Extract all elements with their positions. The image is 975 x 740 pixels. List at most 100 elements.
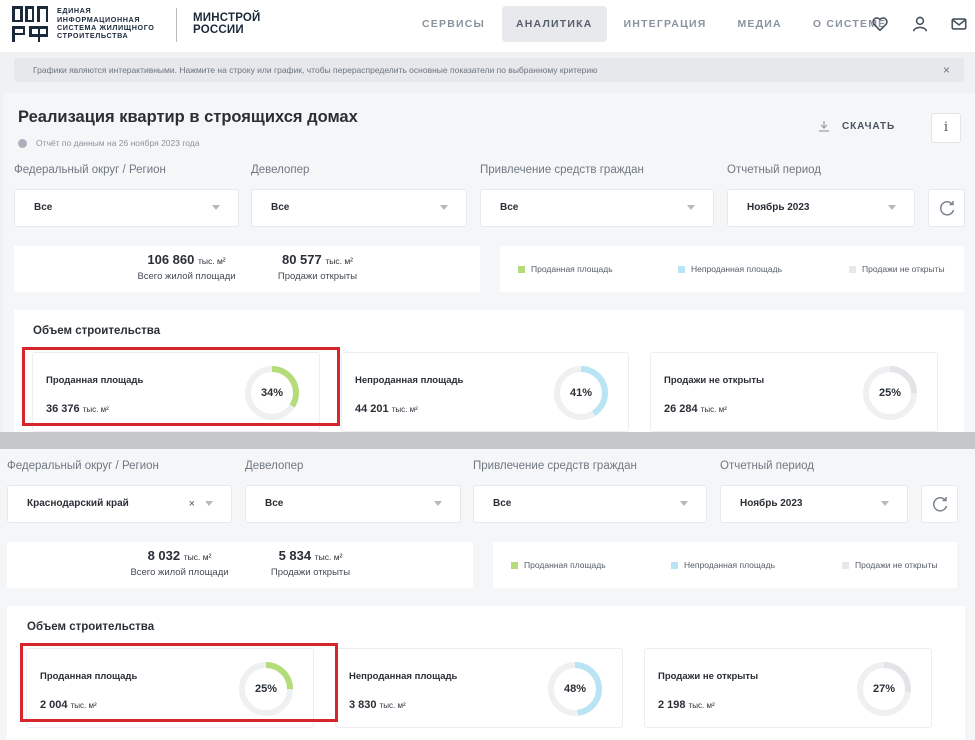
total-area: 106 860 тыс. м² Всего жилой площади — [114, 252, 259, 282]
main-nav: СЕРВИСЫ АНАЛИТИКА ИНТЕГРАЦИЯ МЕДИА О СИС… — [408, 6, 903, 42]
heart-icon[interactable] — [871, 15, 889, 33]
developer-select[interactable]: Все — [251, 189, 467, 227]
chevron-down-icon — [687, 205, 695, 210]
period-select[interactable]: Ноябрь 2023 — [727, 189, 915, 227]
chevron-down-icon — [888, 205, 896, 210]
reset-filters-button[interactable] — [928, 189, 965, 227]
legend-panel: Проданная площадь Непроданная площадь Пр… — [493, 542, 957, 588]
region-filter-label: Федеральный округ / Регион — [7, 460, 159, 472]
funds-filter-label: Привлечение средств граждан — [480, 164, 644, 176]
legend-unsold-label: Непроданная площадь — [691, 264, 782, 274]
legend-sold-swatch — [511, 561, 518, 569]
clear-selection-icon[interactable]: × — [189, 486, 195, 522]
logo-text: ЕДИНАЯ ИНФОРМАЦИОННАЯ СИСТЕМА ЖИЛИЩНОГО … — [57, 6, 155, 41]
volume-title: Объем строительства — [27, 621, 155, 633]
nav-services[interactable]: СЕРВИСЫ — [408, 6, 499, 42]
metric-unsold-unit: тыс. м² — [391, 405, 418, 414]
domrf-logo-mark — [12, 6, 48, 42]
mail-icon[interactable] — [950, 15, 968, 33]
legend-sold-label: Проданная площадь — [531, 264, 613, 274]
ministry-logo[interactable]: МИНСТРОЙ РОССИИ — [193, 12, 273, 36]
period-select[interactable]: Ноябрь 2023 — [720, 485, 908, 523]
chevron-down-icon — [881, 501, 889, 506]
highlight-box-lower — [20, 643, 338, 722]
donut-unsold-percent: 48% — [563, 683, 587, 695]
info-button[interactable]: i — [931, 113, 961, 143]
legend-unsold-label: Непроданная площадь — [684, 560, 775, 570]
legend-not-open[interactable]: Продажи не открыты — [842, 560, 938, 570]
region-select[interactable]: Краснодарский край × — [7, 485, 232, 523]
metric-unsold-unit: тыс. м² — [379, 701, 406, 710]
page-title: Реализация квартир в строящихся домах — [18, 108, 358, 126]
legend-unsold[interactable]: Непроданная площадь — [671, 560, 775, 570]
logo-divider — [176, 8, 177, 42]
total-area-value: 8 032 — [147, 548, 181, 563]
download-label: СКАЧАТЬ — [842, 120, 896, 132]
totals-panel[interactable]: 8 032 тыс. м² Всего жилой площади 5 834 … — [7, 542, 473, 588]
funds-select[interactable]: Все — [473, 485, 707, 523]
metric-not-open-name: Продажи не открыты — [664, 375, 765, 386]
chevron-down-icon — [680, 501, 688, 506]
funds-select-value: Все — [500, 202, 519, 213]
volume-title: Объем строительства — [33, 325, 161, 337]
download-icon — [819, 121, 829, 132]
metric-not-open-value: 26 284 — [664, 403, 698, 415]
sales-open-caption: Продажи открыты — [270, 567, 351, 578]
legend-unsold[interactable]: Непроданная площадь — [678, 264, 782, 274]
developer-select[interactable]: Все — [245, 485, 461, 523]
nav-analytics[interactable]: АНАЛИТИКА — [501, 6, 607, 42]
donut-not-open-percent: 25% — [878, 387, 902, 399]
legend-not-open-label: Продажи не открыты — [855, 560, 938, 570]
refresh-icon — [932, 497, 948, 512]
metric-unsold-area[interactable]: Непроданная площадь 3 830 тыс. м² 48% — [335, 648, 623, 728]
total-area-value: 106 860 — [147, 252, 195, 267]
donut-not-open-percent: 27% — [872, 683, 896, 695]
legend-not-open[interactable]: Продажи не открыты — [849, 264, 945, 274]
region-select[interactable]: Все — [14, 189, 239, 227]
total-area-unit: тыс. м² — [183, 552, 212, 562]
info-banner-text: Графики являются интерактивными. Нажмите… — [33, 65, 598, 75]
metric-unsold-value: 3 830 — [349, 699, 377, 711]
totals-panel[interactable]: 106 860 тыс. м² Всего жилой площади 80 5… — [14, 246, 480, 292]
refresh-icon — [939, 201, 955, 216]
region-select-value: Краснодарский край — [27, 498, 129, 509]
metric-not-open[interactable]: Продажи не открыты 26 284 тыс. м² 25% — [650, 352, 938, 432]
download-button[interactable]: СКАЧАТЬ — [818, 120, 895, 132]
metric-unsold-name: Непроданная площадь — [355, 375, 464, 386]
info-banner: Графики являются интерактивными. Нажмите… — [14, 58, 964, 82]
total-area-caption: Всего жилой площади — [137, 271, 236, 282]
developer-filter-label: Девелопер — [245, 460, 304, 472]
period-filter-label: Отчетный период — [720, 460, 815, 472]
metric-not-open-unit: тыс. м² — [700, 405, 727, 414]
metric-not-open-unit: тыс. м² — [688, 701, 715, 710]
reset-filters-button[interactable] — [921, 485, 958, 523]
report-date: Отчёт по данным на 26 ноября 2023 года — [18, 138, 200, 148]
legend-sold-swatch — [518, 265, 525, 273]
legend-sold[interactable]: Проданная площадь — [518, 264, 613, 274]
funds-select-value: Все — [493, 498, 512, 509]
user-icon[interactable] — [911, 15, 929, 33]
highlight-box-upper — [22, 347, 340, 426]
domrf-logo[interactable]: ЕДИНАЯ ИНФОРМАЦИОННАЯ СИСТЕМА ЖИЛИЩНОГО … — [12, 6, 172, 42]
period-filter-label: Отчетный период — [727, 164, 822, 176]
report-date-text: Отчёт по данным на 26 ноября 2023 года — [36, 138, 200, 148]
metric-unsold-area[interactable]: Непроданная площадь 44 201 тыс. м² 41% — [341, 352, 629, 432]
screenshot-divider — [0, 432, 975, 449]
banner-close-icon[interactable]: × — [943, 58, 950, 82]
nav-media[interactable]: МЕДИА — [723, 6, 795, 42]
sales-open-value: 5 834 — [278, 548, 312, 563]
sales-open-caption: Продажи открыты — [277, 271, 358, 282]
chevron-down-icon — [205, 501, 213, 506]
legend-unsold-swatch — [678, 265, 685, 273]
period-select-value: Ноябрь 2023 — [747, 202, 810, 213]
ministry-logo-text: МИНСТРОЙ РОССИИ — [193, 12, 261, 36]
total-area-unit: тыс. м² — [197, 256, 226, 266]
sales-open-unit: тыс. м² — [314, 552, 343, 562]
nav-integration[interactable]: ИНТЕГРАЦИЯ — [610, 6, 721, 42]
metric-not-open[interactable]: Продажи не открыты 2 198 тыс. м² 27% — [644, 648, 932, 728]
legend-sold[interactable]: Проданная площадь — [511, 560, 606, 570]
legend-not-open-label: Продажи не открыты — [862, 264, 945, 274]
sales-open: 5 834 тыс. м² Продажи открыты — [257, 548, 364, 578]
funds-select[interactable]: Все — [480, 189, 714, 227]
period-select-value: Ноябрь 2023 — [740, 498, 803, 509]
